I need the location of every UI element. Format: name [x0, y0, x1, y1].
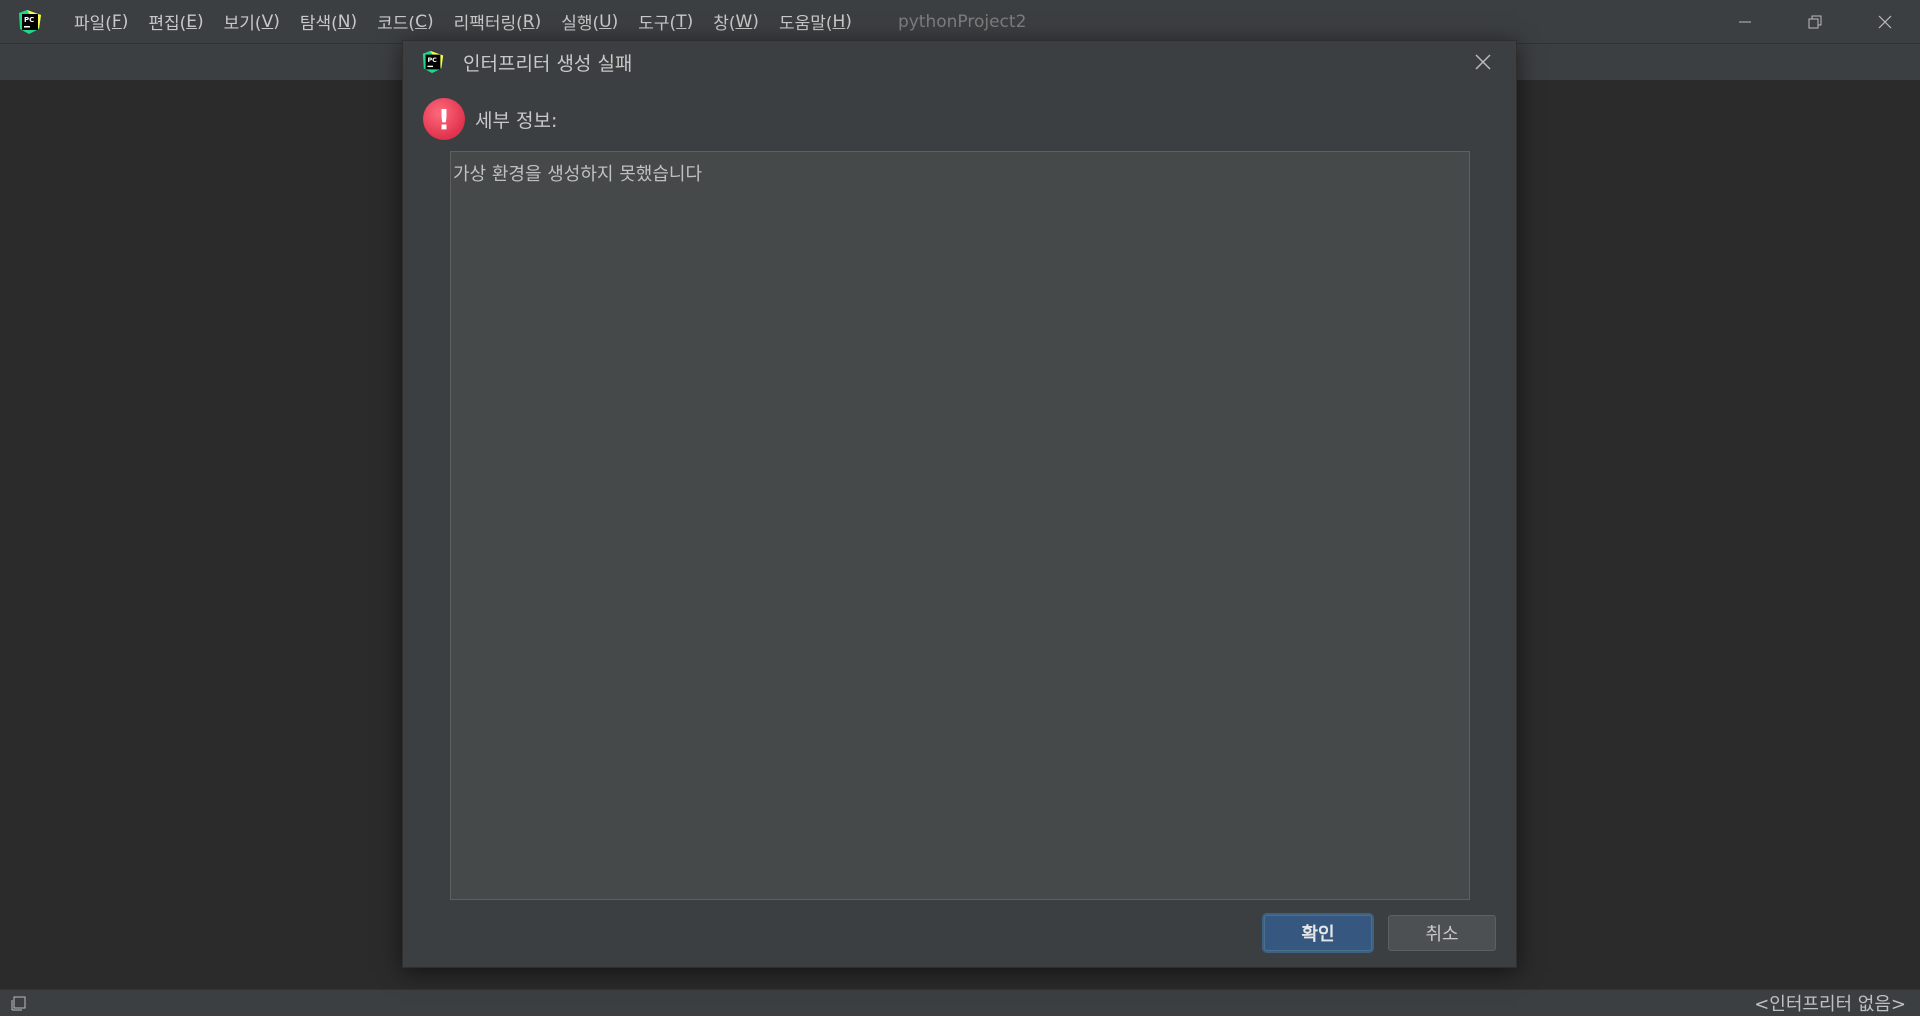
menu-mnemonic: N — [337, 11, 351, 32]
ok-button[interactable]: 확인 — [1264, 915, 1372, 951]
menu-paren: ) — [752, 11, 759, 32]
menu-edit[interactable]: 편집(E) — [138, 0, 213, 43]
cancel-button[interactable]: 취소 — [1388, 915, 1496, 951]
menu-paren: ) — [534, 11, 542, 32]
menu-mnemonic: H — [832, 11, 846, 32]
menu-label: 편집( — [148, 14, 187, 34]
menu-refactor[interactable]: 리팩터링(R) — [444, 0, 552, 43]
menu-label: 코드( — [377, 14, 416, 34]
dialog-title: 인터프리터 생성 실패 — [463, 52, 633, 75]
status-bar: <인터프리터 없음> — [0, 989, 1920, 1016]
pycharm-logo-icon: PC — [17, 9, 43, 35]
window-controls — [1710, 0, 1920, 43]
menu-file[interactable]: 파일(F) — [64, 0, 138, 43]
interpreter-error-dialog: PC 인터프리터 생성 실패 ! 세부 정보: 가상 환경을 생성하지 못했습니… — [402, 40, 1517, 968]
menu-tools[interactable]: 도구(T) — [628, 0, 703, 43]
menu-paren: ) — [611, 11, 619, 32]
title-bar: PC 파일(F) 편집(E) 보기(V) 탐색(N) 코드(C) 리팩터링(R)… — [0, 0, 1920, 43]
close-window-icon[interactable] — [1850, 0, 1920, 43]
menu-label: 보기( — [223, 14, 262, 34]
menu-run[interactable]: 실행(U) — [551, 0, 628, 43]
menu-mnemonic: C — [415, 11, 427, 32]
menu-mnemonic: R — [522, 11, 535, 32]
menu-mnemonic: T — [676, 11, 687, 32]
menu-paren: ) — [426, 11, 434, 32]
dialog-buttons: 확인 취소 — [1264, 915, 1496, 951]
minimize-icon[interactable] — [1710, 0, 1780, 43]
detail-text-area[interactable]: 가상 환경을 생성하지 못했습니다 — [450, 151, 1470, 900]
menu-mnemonic: F — [111, 11, 122, 32]
menu-paren: ) — [197, 11, 204, 32]
menu-label: 리팩터링( — [453, 14, 523, 34]
menu-view[interactable]: 보기(V) — [214, 0, 290, 43]
menu-mnemonic: W — [735, 11, 753, 32]
menu-label: 탐색( — [299, 14, 338, 34]
menu-paren: ) — [273, 11, 280, 32]
menu-label: 실행( — [561, 14, 600, 34]
tool-windows-toggle-icon[interactable] — [10, 994, 28, 1012]
menu-code[interactable]: 코드(C) — [367, 0, 443, 43]
dialog-header: PC 인터프리터 생성 실패 — [403, 41, 1516, 83]
detail-label: 세부 정보: — [475, 109, 558, 132]
menu-paren: ) — [845, 11, 852, 32]
close-icon[interactable] — [1472, 51, 1494, 73]
restore-icon[interactable] — [1780, 0, 1850, 43]
pycharm-logo-icon: PC — [421, 50, 445, 74]
menu-mnemonic: E — [186, 11, 198, 32]
svg-text:PC: PC — [427, 56, 437, 64]
svg-text:PC: PC — [24, 16, 34, 24]
interpreter-status[interactable]: <인터프리터 없음> — [1754, 990, 1906, 1016]
project-name: pythonProject2 — [897, 11, 1027, 32]
error-icon: ! — [423, 98, 465, 140]
menu-mnemonic: U — [599, 11, 612, 32]
menu-label: 파일( — [74, 14, 112, 34]
menu-window[interactable]: 창(W) — [703, 0, 769, 43]
menu-label: 도움말( — [778, 14, 833, 34]
menu-label: 도구( — [638, 14, 677, 34]
menu-paren: ) — [121, 11, 129, 32]
menu-navigate[interactable]: 탐색(N) — [290, 0, 367, 43]
menu-paren: ) — [686, 11, 694, 32]
detail-row: ! 세부 정보: — [423, 98, 557, 140]
menu-mnemonic: V — [261, 11, 274, 32]
main-menu: 파일(F) 편집(E) 보기(V) 탐색(N) 코드(C) 리팩터링(R) 실행… — [64, 0, 862, 43]
menu-paren: ) — [350, 11, 358, 32]
menu-help[interactable]: 도움말(H) — [769, 0, 862, 43]
menu-label: 창( — [713, 14, 736, 34]
